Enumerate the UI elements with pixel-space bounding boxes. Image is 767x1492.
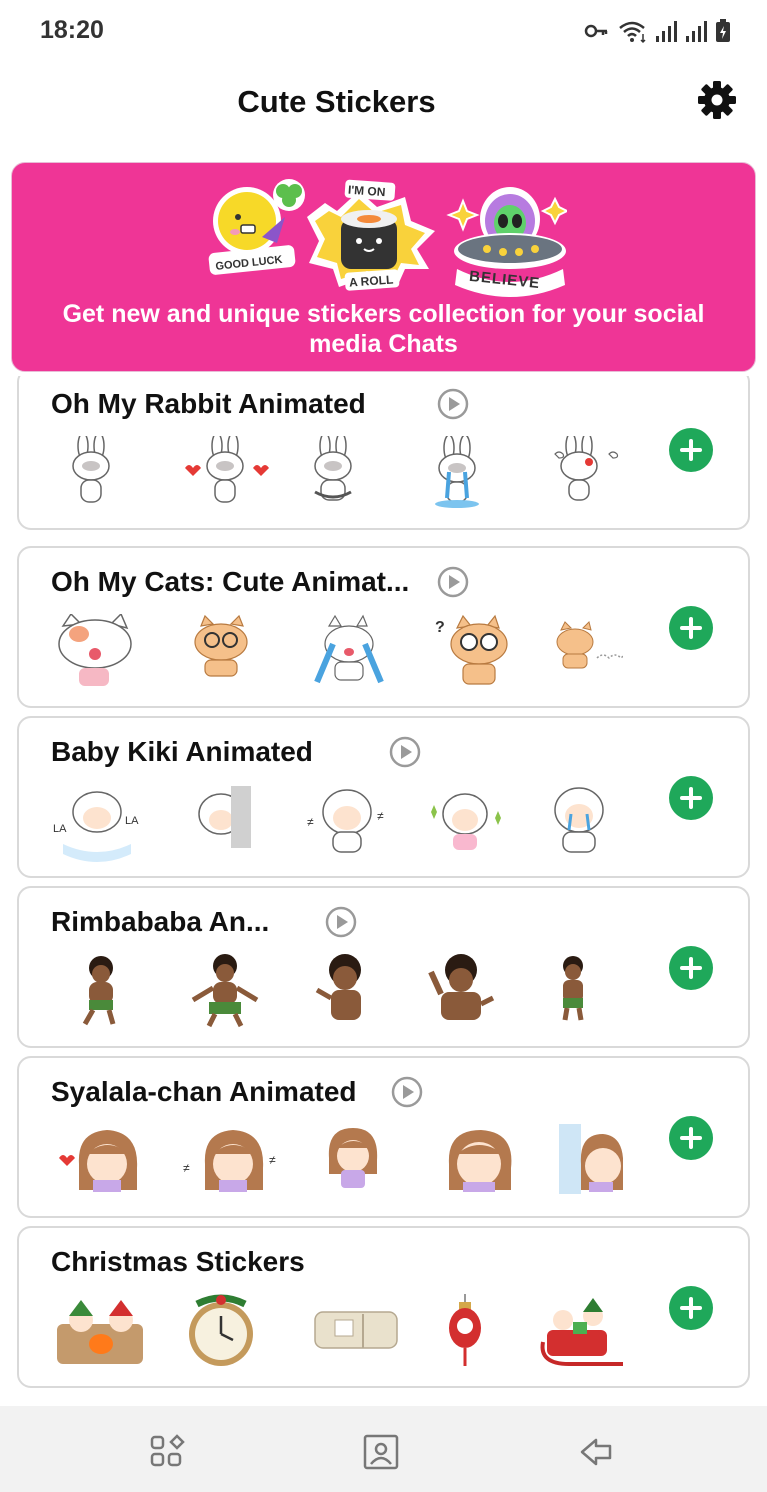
signal-icon bbox=[686, 21, 707, 42]
banner-text: Get new and unique stickers collection f… bbox=[62, 300, 705, 358]
svg-text:≠: ≠ bbox=[307, 815, 314, 829]
sticker-pack-list[interactable]: Oh My Rabbit Animated Oh My Cats: Cute A… bbox=[0, 376, 767, 1406]
sticker-previews bbox=[72, 436, 619, 508]
sticker-previews bbox=[57, 1294, 623, 1366]
promo-banner[interactable]: GOOD LUCK I'M ON A ROLL BELIEVE Get new … bbox=[11, 162, 756, 372]
app-title: Cute Stickers bbox=[237, 84, 436, 119]
sticker-pack-card[interactable]: Oh My Rabbit Animated bbox=[17, 376, 750, 530]
pack-title: Rimbababa An... bbox=[51, 906, 270, 937]
app-bar: Cute Stickers bbox=[0, 64, 767, 148]
kiki-shy-sticker: ≠ ≠ bbox=[307, 789, 384, 853]
sticker-pack-card[interactable]: Oh My Cats: Cute Animat... ? bbox=[17, 546, 750, 708]
syalala-sticker bbox=[448, 1130, 512, 1192]
play-icon[interactable] bbox=[391, 1076, 423, 1108]
xmas-sleigh-sticker bbox=[540, 1298, 623, 1366]
pack-title: Oh My Rabbit Animated bbox=[51, 388, 366, 419]
play-icon[interactable] bbox=[437, 388, 469, 420]
pack-title: Oh My Cats: Cute Animat... bbox=[51, 566, 410, 597]
add-pack-button[interactable] bbox=[669, 606, 713, 650]
cat-glasses-sticker bbox=[194, 614, 248, 677]
status-time: 18:20 bbox=[40, 16, 104, 44]
syalala-wink-sticker bbox=[59, 1130, 138, 1192]
xmas-clock-sticker bbox=[189, 1294, 253, 1366]
la-label-left: LA bbox=[53, 823, 67, 835]
rabbit-crying-sticker bbox=[435, 436, 479, 508]
rimba-sticker bbox=[428, 954, 495, 1020]
recent-apps-icon[interactable] bbox=[147, 1432, 187, 1472]
good-luck-sticker: GOOD LUCK bbox=[208, 179, 305, 275]
svg-text:≠: ≠ bbox=[377, 809, 384, 823]
add-pack-button[interactable] bbox=[669, 428, 713, 472]
syalala-sticker bbox=[328, 1128, 378, 1188]
cat-question-sticker: ? bbox=[435, 614, 508, 685]
rimba-sticker bbox=[315, 954, 361, 1020]
svg-text:?: ? bbox=[435, 619, 445, 636]
kiki-sparkle-sticker bbox=[431, 793, 501, 850]
pack-title: Syalala-chan Animated bbox=[51, 1076, 357, 1107]
add-pack-button[interactable] bbox=[669, 1116, 713, 1160]
signal-icon bbox=[656, 21, 677, 42]
im-on-a-roll-sticker: I'M ON A ROLL bbox=[307, 179, 435, 291]
cat-sticker bbox=[58, 614, 132, 686]
xmas-ornament-sticker bbox=[449, 1294, 481, 1366]
sticker-pack-card[interactable]: Christmas Stickers bbox=[17, 1226, 750, 1388]
rabbit-angry-sticker bbox=[554, 436, 619, 501]
svg-text:≠: ≠ bbox=[269, 1153, 276, 1167]
kiki-peek-sticker bbox=[198, 786, 251, 848]
back-icon[interactable] bbox=[578, 1432, 618, 1472]
battery-charging-icon bbox=[716, 19, 730, 42]
add-pack-button[interactable] bbox=[669, 946, 713, 990]
pack-title: Baby Kiki Animated bbox=[51, 736, 313, 767]
home-icon[interactable] bbox=[361, 1432, 401, 1472]
syalala-peek-sticker bbox=[559, 1124, 623, 1194]
rabbit-sticker bbox=[72, 436, 110, 503]
key-icon bbox=[584, 24, 608, 38]
rimba-sticker bbox=[82, 956, 116, 1026]
play-icon[interactable] bbox=[389, 736, 421, 768]
sticker-pack-card[interactable]: Syalala-chan Animated ≠ ≠ bbox=[17, 1056, 750, 1218]
gear-icon bbox=[698, 81, 736, 119]
sticker-previews: ≠ ≠ bbox=[59, 1124, 623, 1194]
status-bar: 18:20 bbox=[0, 0, 767, 64]
sticker-pack-card[interactable]: Baby Kiki Animated LA LA ≠ ≠ bbox=[17, 716, 750, 878]
sticker-previews: LA LA ≠ ≠ bbox=[53, 786, 604, 862]
xmas-fireplace-sticker bbox=[57, 1300, 143, 1364]
cat-running-sticker bbox=[556, 621, 623, 669]
play-icon[interactable] bbox=[325, 906, 357, 938]
cat-crying-sticker bbox=[314, 614, 384, 684]
sticker-pack-card[interactable]: Rimbababa An... bbox=[17, 886, 750, 1048]
im-on-caption: I'M ON bbox=[347, 183, 385, 200]
believe-ufo-sticker: BELIEVE bbox=[446, 187, 567, 297]
la-label-right: LA bbox=[125, 815, 139, 827]
kiki-cry-sticker bbox=[554, 787, 604, 853]
add-pack-button[interactable] bbox=[669, 776, 713, 820]
rimba-dance-sticker bbox=[191, 954, 259, 1028]
sticker-previews bbox=[82, 954, 584, 1028]
rabbit-love-sticker bbox=[185, 436, 269, 503]
sticker-previews: ? bbox=[58, 614, 623, 686]
system-nav-bar bbox=[0, 1406, 767, 1492]
add-pack-button[interactable] bbox=[669, 1286, 713, 1330]
settings-button[interactable] bbox=[697, 80, 741, 124]
svg-text:≠: ≠ bbox=[183, 1161, 190, 1175]
rimba-sticker bbox=[562, 956, 584, 1021]
play-icon[interactable] bbox=[437, 566, 469, 598]
xmas-package-sticker bbox=[314, 1311, 398, 1349]
pack-title: Christmas Stickers bbox=[51, 1246, 305, 1277]
kiki-sticker: LA LA bbox=[53, 791, 139, 862]
status-icons bbox=[583, 18, 731, 44]
banner-stickers-art: GOOD LUCK I'M ON A ROLL BELIEVE bbox=[208, 179, 567, 297]
rabbit-sticker bbox=[314, 436, 352, 501]
syalala-laugh-sticker: ≠ ≠ bbox=[183, 1130, 276, 1192]
wifi-icon bbox=[619, 21, 646, 44]
